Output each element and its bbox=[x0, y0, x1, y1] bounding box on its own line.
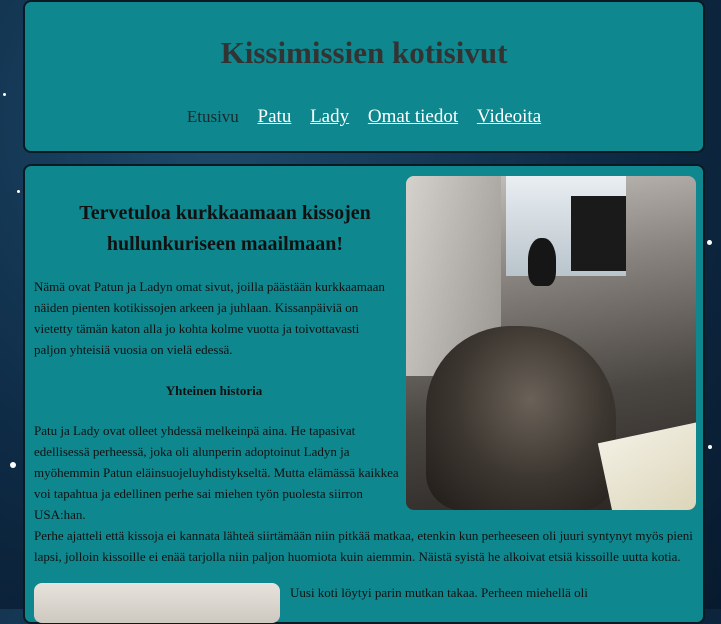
history-paragraph-continued: Perhe ajatteli että kissoja ei kannata l… bbox=[34, 528, 693, 564]
cat-photo bbox=[406, 176, 696, 510]
site-header: Kissimissien kotisivut Etusivu Patu Lady… bbox=[23, 0, 705, 153]
main-content: Tervetuloa kurkkaamaan kissojen hullunku… bbox=[23, 164, 705, 624]
intro-paragraph: Nämä ovat Patun ja Ladyn omat sivut, joi… bbox=[34, 279, 385, 357]
nav-link-lady[interactable]: Lady bbox=[310, 106, 349, 127]
welcome-heading: Tervetuloa kurkkaamaan kissojen hullunku… bbox=[79, 202, 371, 255]
nav-item-etusivu: Etusivu bbox=[186, 107, 239, 126]
nav-link-omat-tiedot[interactable]: Omat tiedot bbox=[368, 106, 458, 127]
snowflake bbox=[3, 93, 6, 96]
snowflake bbox=[707, 240, 712, 245]
snowflake bbox=[17, 190, 20, 193]
photo-black-cat bbox=[528, 238, 556, 286]
photo-tv bbox=[571, 196, 626, 271]
cat-thumbnail-photo bbox=[34, 583, 280, 623]
photo-tabby-cat bbox=[426, 326, 616, 510]
main-nav: Etusivu Patu Lady Omat tiedot Videoita bbox=[25, 106, 703, 128]
nav-link-patu[interactable]: Patu bbox=[258, 106, 292, 127]
snowflake bbox=[10, 462, 16, 468]
history-paragraph: Patu ja Lady ovat olleet yhdessä melkein… bbox=[34, 423, 399, 522]
snowflake bbox=[708, 445, 712, 449]
site-title: Kissimissien kotisivut bbox=[220, 35, 508, 70]
history-heading: Yhteinen historia bbox=[165, 383, 263, 398]
new-home-paragraph: Uusi koti löytyi parin mutkan takaa. Per… bbox=[290, 585, 588, 600]
nav-link-videoita[interactable]: Videoita bbox=[477, 106, 541, 127]
